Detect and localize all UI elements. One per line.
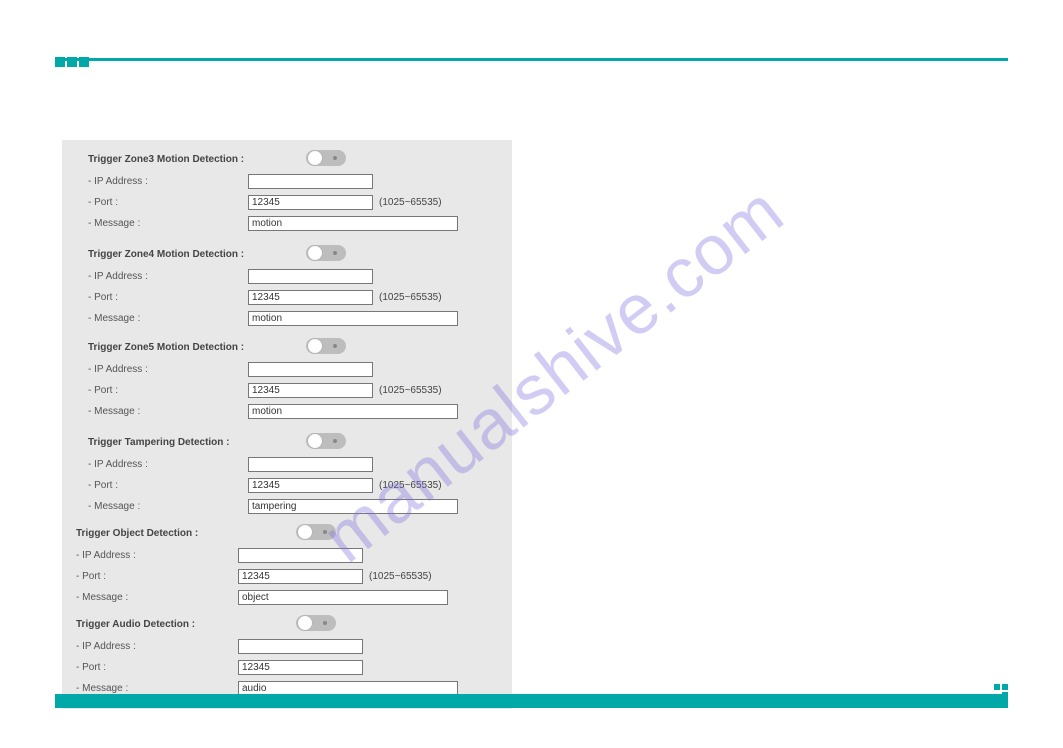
zone4-port-hint: (1025~65535) [379, 292, 442, 303]
zone5-port-hint: (1025~65535) [379, 385, 442, 396]
top-divider [55, 58, 1008, 61]
zone3-msg-label: - Message : [88, 218, 140, 229]
zone4-title: Trigger Zone4 Motion Detection : [68, 249, 244, 260]
object-section: Trigger Object Detection : - IP Address … [68, 522, 506, 607]
object-port-input[interactable] [238, 569, 363, 584]
zone5-msg-input[interactable] [248, 404, 458, 419]
zone3-port-hint: (1025~65535) [379, 197, 442, 208]
zone3-toggle[interactable] [306, 150, 346, 166]
object-msg-label: - Message : [76, 592, 128, 603]
tampering-port-hint: (1025~65535) [379, 480, 442, 491]
zone3-port-input[interactable] [248, 195, 373, 210]
audio-port-input[interactable] [238, 660, 363, 675]
tampering-msg-label: - Message : [88, 501, 140, 512]
zone4-port-label: - Port : [88, 292, 118, 303]
zone4-toggle[interactable] [306, 245, 346, 261]
zone5-ip-input[interactable] [248, 362, 373, 377]
zone5-msg-label: - Message : [88, 406, 140, 417]
tampering-port-label: - Port : [88, 480, 118, 491]
object-toggle[interactable] [296, 524, 336, 540]
zone4-section: Trigger Zone4 Motion Detection : - IP Ad… [68, 243, 506, 328]
tampering-msg-input[interactable] [248, 499, 458, 514]
zone3-ip-input[interactable] [248, 174, 373, 189]
audio-section: Trigger Audio Detection : - IP Address :… [68, 613, 506, 698]
object-ip-input[interactable] [238, 548, 363, 563]
zone3-title: Trigger Zone3 Motion Detection : [68, 154, 244, 165]
audio-msg-label: - Message : [76, 683, 128, 694]
tampering-port-input[interactable] [248, 478, 373, 493]
audio-port-label: - Port : [76, 662, 106, 673]
zone4-ip-label: - IP Address : [88, 271, 148, 282]
audio-toggle[interactable] [296, 615, 336, 631]
object-title: Trigger Object Detection : [68, 528, 198, 539]
zone3-msg-input[interactable] [248, 216, 458, 231]
audio-title: Trigger Audio Detection : [68, 619, 195, 630]
zone5-port-label: - Port : [88, 385, 118, 396]
zone4-port-input[interactable] [248, 290, 373, 305]
object-port-hint: (1025~65535) [369, 571, 432, 582]
audio-ip-label: - IP Address : [76, 641, 136, 652]
zone4-msg-input[interactable] [248, 311, 458, 326]
tampering-toggle[interactable] [306, 433, 346, 449]
top-decor-squares [55, 57, 89, 67]
zone5-port-input[interactable] [248, 383, 373, 398]
zone5-section: Trigger Zone5 Motion Detection : - IP Ad… [68, 336, 506, 421]
zone5-ip-label: - IP Address : [88, 364, 148, 375]
tampering-section: Trigger Tampering Detection : - IP Addre… [68, 431, 506, 516]
zone5-title: Trigger Zone5 Motion Detection : [68, 342, 244, 353]
object-port-label: - Port : [76, 571, 106, 582]
tampering-title: Trigger Tampering Detection : [68, 437, 230, 448]
object-msg-input[interactable] [238, 590, 448, 605]
bottom-decor-squares [994, 684, 1008, 698]
zone3-section: Trigger Zone3 Motion Detection : - IP Ad… [68, 148, 506, 233]
zone3-ip-label: - IP Address : [88, 176, 148, 187]
zone4-ip-input[interactable] [248, 269, 373, 284]
zone4-msg-label: - Message : [88, 313, 140, 324]
bottom-divider [55, 694, 1008, 708]
tampering-ip-input[interactable] [248, 457, 373, 472]
audio-ip-input[interactable] [238, 639, 363, 654]
tampering-ip-label: - IP Address : [88, 459, 148, 470]
object-ip-label: - IP Address : [76, 550, 136, 561]
zone5-toggle[interactable] [306, 338, 346, 354]
settings-panel: Trigger Zone3 Motion Detection : - IP Ad… [62, 140, 512, 709]
zone3-port-label: - Port : [88, 197, 118, 208]
